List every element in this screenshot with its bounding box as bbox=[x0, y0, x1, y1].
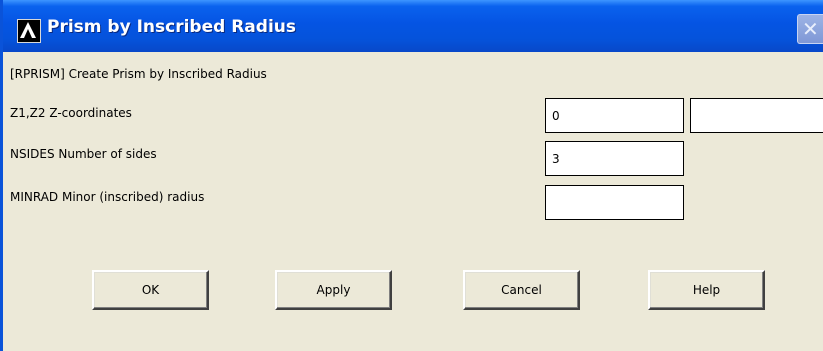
z-coordinates-label: Z1,Z2 Z-coordinates bbox=[10, 106, 132, 120]
minrad-input[interactable] bbox=[545, 185, 684, 220]
title-bar[interactable]: Prism by Inscribed Radius ✕ bbox=[3, 0, 823, 52]
ansys-logo-icon bbox=[17, 19, 41, 43]
cancel-button[interactable]: Cancel bbox=[463, 270, 580, 310]
z1-input[interactable] bbox=[545, 98, 684, 133]
minrad-label: MINRAD Minor (inscribed) radius bbox=[10, 190, 205, 204]
command-label: [RPRISM] Create Prism by Inscribed Radiu… bbox=[10, 67, 267, 81]
close-glyph: ✕ bbox=[802, 17, 819, 41]
nsides-input[interactable] bbox=[545, 141, 684, 176]
close-icon[interactable]: ✕ bbox=[797, 14, 823, 44]
nsides-label: NSIDES Number of sides bbox=[10, 147, 157, 161]
window-title: Prism by Inscribed Radius bbox=[47, 17, 296, 37]
ok-button[interactable]: OK bbox=[92, 270, 209, 310]
dialog-window: Prism by Inscribed Radius ✕ [RPRISM] Cre… bbox=[0, 0, 823, 351]
z2-input[interactable] bbox=[690, 98, 823, 133]
help-button[interactable]: Help bbox=[648, 270, 765, 310]
apply-button[interactable]: Apply bbox=[275, 270, 392, 310]
